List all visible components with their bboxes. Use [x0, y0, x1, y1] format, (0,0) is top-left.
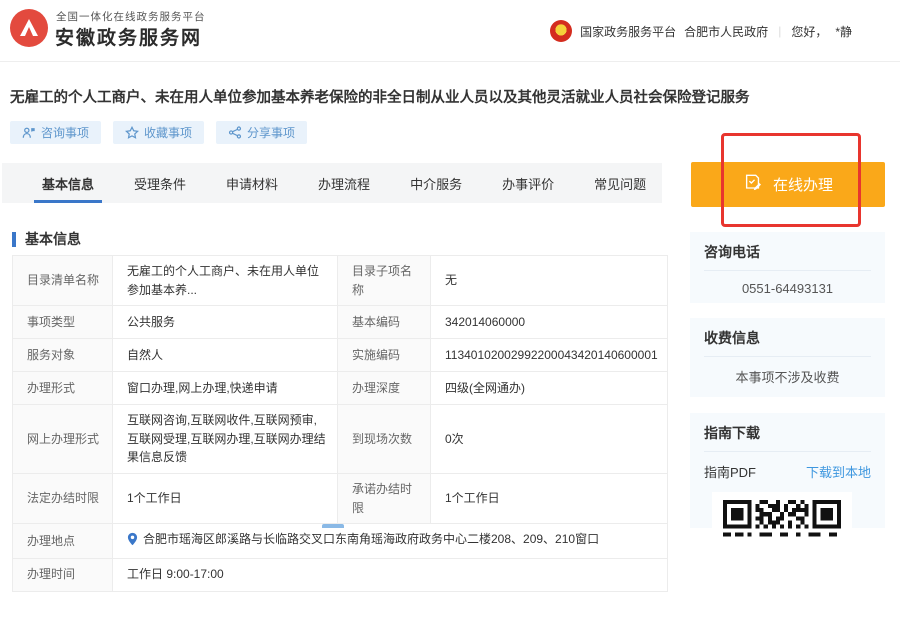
table-row: 网上办理形式 互联网咨询,互联网收件,互联网预审,互联网受理,互联网办理,互联网…: [13, 405, 668, 474]
anhui-logo-icon: [10, 9, 48, 47]
tab-faq[interactable]: 常见问题: [594, 163, 646, 203]
active-tab-underline: [34, 200, 102, 203]
field-label: 到现场次数: [338, 405, 431, 474]
download-local-link[interactable]: 下载到本地: [806, 462, 871, 481]
star-icon: [125, 126, 139, 139]
site-name: 安徽政务服务网: [55, 23, 202, 50]
share-item-label: 分享事项: [247, 124, 295, 141]
field-label: 办理地点: [13, 524, 113, 559]
city-gov-link[interactable]: 合肥市人民政府: [684, 23, 768, 40]
field-label: 办理形式: [13, 372, 113, 405]
field-value: 四级(全网通办): [431, 372, 668, 405]
field-label: 实施编码: [338, 339, 431, 372]
tab-service-evaluation[interactable]: 办事评价: [502, 163, 554, 203]
field-label: 承诺办结时限: [338, 473, 431, 523]
national-platform-link[interactable]: 国家政务服务平台: [580, 23, 676, 40]
info-tabbar: 基本信息 受理条件 申请材料 办理流程 中介服务 办事评价 常见问题: [2, 163, 662, 203]
field-label: 办理时间: [13, 558, 113, 591]
tab-label: 办理流程: [318, 174, 370, 193]
consult-phone-title: 咨询电话: [704, 242, 871, 262]
card-divider: [704, 270, 871, 271]
national-emblem-icon: ★: [550, 20, 572, 42]
card-divider: [704, 451, 871, 452]
field-label: 服务对象: [13, 339, 113, 372]
field-label: 办理深度: [338, 372, 431, 405]
card-divider: [704, 356, 871, 357]
consult-item-button[interactable]: 咨询事项: [10, 121, 101, 144]
field-value: 无: [431, 256, 668, 306]
field-value: 1个工作日: [431, 473, 668, 523]
nav-divider: |: [776, 24, 783, 38]
consult-icon: [22, 126, 36, 139]
phone-number: 0551-64493131: [704, 281, 871, 296]
field-value: 11340102002992200043420140600001: [431, 339, 668, 372]
table-row: 服务对象 自然人 实施编码 11340102002992200043420140…: [13, 339, 668, 372]
tab-label: 常见问题: [594, 174, 646, 193]
online-processing-label: 在线办理: [773, 174, 833, 195]
basic-info-section-header: 基本信息: [12, 229, 81, 249]
basic-info-table: 目录清单名称 无雇工的个人工商户、未在用人单位参加基本养... 目录子项名称 无…: [12, 255, 668, 592]
site-header: 全国一体化在线政务服务平台 安徽政务服务网 ★ 国家政务服务平台 合肥市人民政府…: [0, 0, 900, 62]
field-label: 事项类型: [13, 306, 113, 339]
field-value: 合肥市瑶海区郎溪路与长临路交叉口东南角瑶海政府政务中心二楼208、209、210…: [113, 524, 668, 559]
greeting-text: 您好，: [791, 23, 827, 40]
online-processing-button[interactable]: 在线办理: [691, 162, 885, 207]
share-icon: [228, 126, 242, 139]
table-row: 办理地点 合肥市瑶海区郎溪路与长临路交叉口东南角瑶海政府政务中心二楼208、20…: [13, 524, 668, 559]
favorite-item-button[interactable]: 收藏事项: [113, 121, 204, 144]
field-value: 工作日 9:00-17:00: [113, 558, 668, 591]
field-value: 窗口办理,网上办理,快递申请: [113, 372, 338, 405]
username-link[interactable]: *静: [835, 23, 852, 40]
partial-element-below-fold[interactable]: [322, 524, 344, 528]
consult-item-label: 咨询事项: [41, 124, 89, 141]
page-title: 无雇工的个人工商户、未在用人单位参加基本养老保险的非全日制从业人员以及其他灵活就…: [10, 86, 872, 107]
field-value: 公共服务: [113, 306, 338, 339]
field-label: 基本编码: [338, 306, 431, 339]
field-value: 互联网咨询,互联网收件,互联网预审,互联网受理,互联网办理,互联网办理结果信息反…: [113, 405, 338, 474]
field-value: 无雇工的个人工商户、未在用人单位参加基本养...: [113, 256, 338, 306]
platform-tagline: 全国一体化在线政务服务平台: [56, 9, 206, 24]
table-row: 事项类型 公共服务 基本编码 342014060000: [13, 306, 668, 339]
tab-label: 中介服务: [410, 174, 462, 193]
favorite-item-label: 收藏事项: [144, 124, 192, 141]
table-row: 办理形式 窗口办理,网上办理,快递申请 办理深度 四级(全网通办): [13, 372, 668, 405]
tab-application-materials[interactable]: 申请材料: [226, 163, 278, 203]
field-value: 自然人: [113, 339, 338, 372]
location-pin-icon: [127, 532, 138, 552]
tab-intermediary-service[interactable]: 中介服务: [410, 163, 462, 203]
field-label: 法定办结时限: [13, 473, 113, 523]
tab-label: 申请材料: [226, 174, 278, 193]
field-label: 网上办理形式: [13, 405, 113, 474]
guide-pdf-label: 指南PDF: [704, 462, 756, 481]
field-value: 342014060000: [431, 306, 668, 339]
field-value: 0次: [431, 405, 668, 474]
fee-info-card: 收费信息 本事项不涉及收费: [690, 318, 885, 397]
tab-process-flow[interactable]: 办理流程: [318, 163, 370, 203]
qr-code-area: [712, 492, 852, 552]
fee-info-value: 本事项不涉及收费: [704, 367, 871, 386]
table-row: 办理时间 工作日 9:00-17:00: [13, 558, 668, 591]
section-accent-bar: [12, 232, 16, 247]
address-text: 合肥市瑶海区郎溪路与长临路交叉口东南角瑶海政府政务中心二楼208、209、210…: [143, 532, 599, 546]
fee-info-title: 收费信息: [704, 328, 871, 348]
field-value: 1个工作日: [113, 473, 338, 523]
tab-label: 受理条件: [134, 174, 186, 193]
consult-phone-card: 咨询电话 0551-64493131: [690, 232, 885, 303]
section-title: 基本信息: [25, 229, 81, 249]
qr-code: [723, 500, 841, 618]
tab-label: 基本信息: [42, 174, 94, 193]
field-label: 目录清单名称: [13, 256, 113, 306]
tab-acceptance-conditions[interactable]: 受理条件: [134, 163, 186, 203]
guide-download-title: 指南下载: [704, 423, 871, 443]
tab-label: 办事评价: [502, 174, 554, 193]
item-action-buttons: 咨询事项 收藏事项 分享事项: [10, 121, 307, 144]
table-row: 目录清单名称 无雇工的个人工商户、未在用人单位参加基本养... 目录子项名称 无: [13, 256, 668, 306]
header-nav: ★ 国家政务服务平台 合肥市人民政府 | 您好， *静: [550, 0, 852, 62]
document-pen-icon: [743, 173, 763, 197]
tab-basic-info[interactable]: 基本信息: [42, 163, 94, 203]
share-item-button[interactable]: 分享事项: [216, 121, 307, 144]
table-row: 法定办结时限 1个工作日 承诺办结时限 1个工作日: [13, 473, 668, 523]
field-label: 目录子项名称: [338, 256, 431, 306]
